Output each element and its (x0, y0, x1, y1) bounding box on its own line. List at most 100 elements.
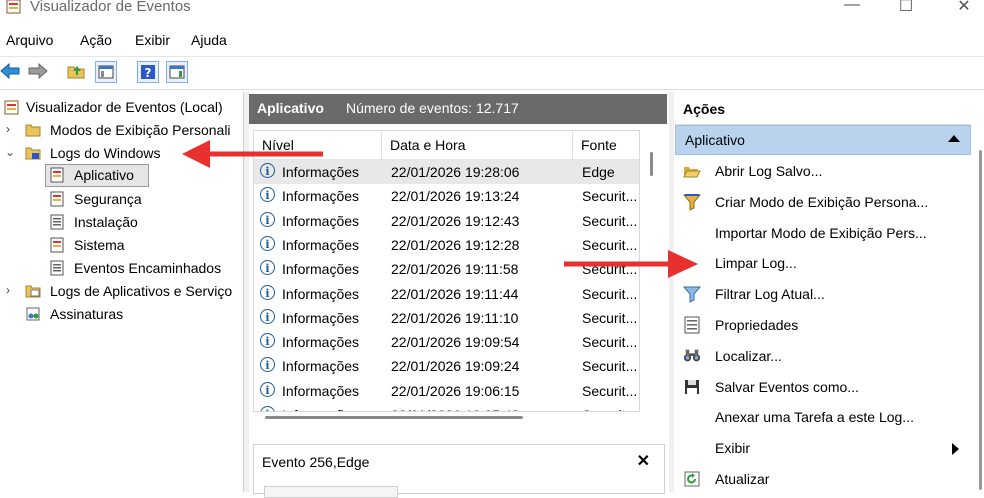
right-splitter[interactable] (669, 92, 674, 492)
forward-arrow-icon[interactable] (28, 61, 48, 81)
action-label: Importar Modo de Exibição Pers... (715, 224, 927, 241)
close-button[interactable]: ✕ (944, 0, 984, 16)
action-limpar-log[interactable]: Limpar Log... (675, 248, 971, 278)
table-row[interactable]: i Informações 22/01/2026 19:09:54 Securit..… (254, 330, 639, 354)
tree-label: Segurança (74, 191, 142, 207)
action-propriedades[interactable]: Propriedades (675, 310, 971, 340)
toolbar: ? (0, 56, 984, 90)
log-icon (50, 237, 64, 253)
column-divider[interactable] (381, 131, 382, 159)
table-row[interactable]: i Informações 22/01/2026 19:13:24 Securit..… (254, 184, 639, 208)
actions-section-label: Aplicativo (685, 132, 745, 148)
table-row[interactable]: i Informações 22/01/2026 19:11:10 Securit..… (254, 306, 639, 330)
table-row[interactable]: i Informações 22/01/2026 19:12:43 Securit..… (254, 209, 639, 233)
cell-level: Informações (282, 188, 360, 205)
cell-source: Securit... (582, 358, 638, 375)
minimize-button[interactable]: — (832, 0, 872, 14)
title-bar: Visualizador de Eventos — ☐ ✕ (0, 0, 984, 28)
cell-level: Informações (282, 261, 360, 278)
event-viewer-icon (4, 100, 19, 115)
cell-datetime: 22/01/2026 19:05:43 (391, 407, 519, 411)
action-filtrar-log-atual[interactable]: Filtrar Log Atual... (675, 279, 971, 309)
action-anexar-uma-tarefa-a-este-log[interactable]: Anexar uma Tarefa a este Log... (675, 402, 971, 432)
action-label: Propriedades (715, 317, 799, 333)
up-folder-icon[interactable] (66, 61, 86, 81)
menu-exibir[interactable]: Exibir (135, 32, 170, 48)
chevron-right-icon[interactable]: › (6, 122, 10, 136)
column-header-datetime[interactable]: Data e Hora (390, 137, 465, 153)
folder-open-icon (683, 162, 701, 180)
menu-acao[interactable]: Ação (80, 32, 112, 48)
action-localizar[interactable]: Localizar... (675, 341, 971, 371)
action-label: Filtrar Log Atual... (715, 286, 825, 303)
action-label: Atualizar (715, 471, 770, 487)
show-hide-action-pane-icon[interactable] (166, 61, 188, 83)
cell-source: Securit... (582, 309, 638, 326)
action-exibir[interactable]: Exibir (675, 433, 971, 463)
cell-datetime: 22/01/2026 19:09:24 (391, 358, 520, 375)
info-icon: i (260, 381, 275, 397)
column-divider[interactable] (572, 131, 573, 159)
action-criar-modo-de-exibicao-persona[interactable]: Criar Modo de Exibição Persona... (675, 187, 971, 217)
info-icon: i (260, 333, 275, 349)
actions-scrollbar[interactable] (976, 126, 984, 492)
event-detail-panel: Evento 256,Edge ✕ (253, 444, 665, 498)
event-count: Número de eventos: 12.717 (346, 100, 519, 116)
events-horizontal-scrollbar[interactable] (253, 414, 553, 420)
action-label: Limpar Log... (715, 255, 797, 272)
cell-datetime: 22/01/2026 19:28:06 (391, 164, 520, 180)
info-icon: i (260, 284, 275, 300)
actions-header: Ações (675, 94, 971, 125)
menu-ajuda[interactable]: Ajuda (191, 32, 227, 48)
chevron-right-icon[interactable]: › (6, 283, 10, 297)
detail-tabs[interactable] (264, 486, 398, 498)
tree-label: Modos de Exibição Personali (50, 122, 231, 138)
action-importar-modo-de-exibicao-pers[interactable]: Importar Modo de Exibição Pers... (675, 218, 971, 248)
tree-label: Eventos Encaminhados (74, 260, 222, 276)
table-row[interactable]: i Informações 22/01/2026 19:11:44 Securit..… (254, 282, 639, 306)
tree-root-label: Visualizador de Eventos (Local) (26, 99, 223, 115)
tree-label: Logs do Windows (50, 145, 161, 161)
chevron-down-icon[interactable]: ⌄ (5, 145, 15, 159)
cell-source: Securit... (582, 285, 638, 302)
cell-source: Edge (582, 164, 615, 180)
actions-title: Ações (683, 101, 726, 117)
action-label: Abrir Log Salvo... (715, 163, 823, 179)
action-atualizar[interactable]: Atualizar (675, 464, 971, 494)
back-arrow-icon[interactable] (0, 61, 20, 81)
maximize-button[interactable]: ☐ (886, 0, 926, 16)
info-icon: i (260, 235, 275, 251)
close-detail-button[interactable]: ✕ (637, 451, 650, 471)
red-arrow-annotation (564, 250, 698, 278)
floppy-icon (683, 378, 701, 396)
actions-section-application[interactable]: Aplicativo (675, 125, 971, 155)
column-header-source[interactable]: Fonte (581, 137, 617, 153)
cell-level: Informações (282, 334, 360, 351)
info-icon: i (260, 260, 275, 276)
help-icon[interactable]: ? (137, 61, 159, 83)
action-salvar-eventos-como[interactable]: Salvar Eventos como... (675, 372, 971, 402)
action-label: Salvar Eventos como... (715, 378, 859, 395)
cell-level: Informações (282, 407, 359, 411)
info-icon: i (260, 357, 275, 373)
cell-level: Informações (282, 382, 360, 399)
table-row[interactable]: i Informações 22/01/2026 19:06:15 Securit..… (254, 379, 639, 403)
cell-source: Securit... (582, 407, 637, 411)
show-hide-console-tree-icon[interactable] (95, 61, 117, 83)
events-pane-header: Aplicativo Número de eventos: 12.717 (249, 94, 667, 124)
action-label: Localizar... (715, 347, 782, 364)
table-row[interactable]: i Informações 22/01/2026 19:05:43 Securit..… (254, 403, 639, 411)
tree-item-application[interactable]: Aplicativo (45, 164, 149, 187)
event-viewer-app-icon (6, 0, 21, 14)
table-row[interactable]: i Informações 22/01/2026 19:09:24 Securit..… (254, 354, 639, 378)
action-abrir-log-salvo[interactable]: Abrir Log Salvo... (675, 156, 971, 186)
cell-datetime: 22/01/2026 19:13:24 (391, 188, 520, 205)
tree-label: Aplicativo (74, 167, 134, 183)
logs-folder-icon (25, 147, 41, 160)
log-icon (50, 167, 64, 183)
binoculars-icon (683, 347, 701, 365)
tree-label: Logs de Aplicativos e Serviço (50, 283, 233, 299)
menu-arquivo[interactable]: Arquivo (6, 32, 53, 48)
event-detail-title: Evento 256,Edge (262, 454, 370, 470)
collapse-triangle-icon[interactable] (948, 135, 960, 142)
